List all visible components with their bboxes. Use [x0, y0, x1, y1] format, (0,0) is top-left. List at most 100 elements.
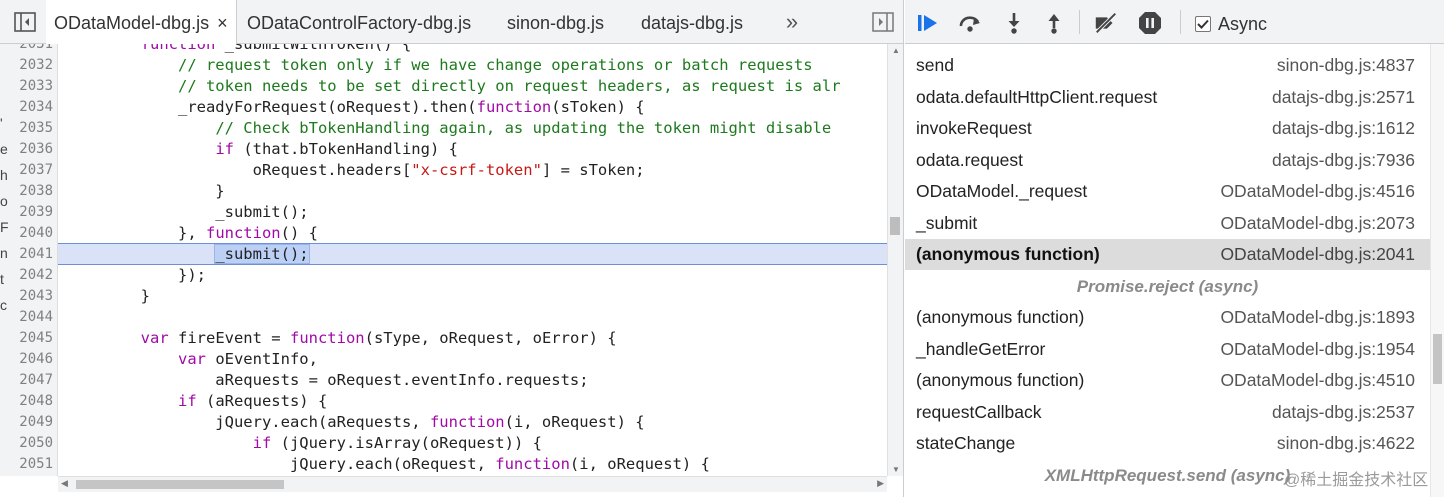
scrollbar-thumb[interactable] — [890, 217, 900, 235]
line-number[interactable]: 2049 — [0, 412, 53, 433]
checkmark-icon — [1197, 19, 1209, 29]
call-frame-function: send — [916, 55, 954, 75]
tab-datajs[interactable]: datajs-dbg.js — [641, 0, 743, 44]
line-number[interactable]: 2047 — [0, 370, 53, 391]
scroll-down-icon[interactable]: ▼ — [891, 465, 901, 474]
call-frame[interactable]: _handleGetError ODataModel-dbg.js:1954 — [905, 334, 1430, 365]
line-number[interactable]: 2046 — [0, 349, 53, 370]
scroll-up-icon[interactable]: ▲ — [891, 46, 901, 55]
call-frame[interactable]: invokeRequest datajs-dbg.js:1612 — [905, 113, 1430, 144]
call-frame[interactable]: odata.defaultHttpClient.request datajs-db… — [905, 82, 1430, 113]
resume-button[interactable] — [915, 10, 941, 36]
tab-odatamodel[interactable]: ODataModel-dbg.js × — [46, 0, 237, 44]
deactivate-breakpoints-button[interactable] — [1093, 10, 1119, 36]
call-frame[interactable]: ODataModel._request ODataModel-dbg.js:451… — [905, 176, 1430, 207]
call-frame-function: _handleGetError — [916, 338, 1046, 359]
pause-on-exceptions-icon — [1139, 12, 1161, 34]
scrollbar-thumb[interactable] — [76, 480, 284, 489]
edge-char: t — [0, 271, 4, 287]
cropped-panel-edge-text: ' e h o Fn t c — [0, 110, 8, 318]
call-frame[interactable]: _submit ODataModel-dbg.js:2073 — [905, 208, 1430, 239]
call-frame-location[interactable]: datajs-dbg.js:7936 — [1272, 145, 1415, 176]
call-frame[interactable]: (anonymous function) ODataModel-dbg.js:45… — [905, 365, 1430, 396]
resume-icon — [918, 15, 937, 31]
call-frame-location[interactable]: ODataModel-dbg.js:4516 — [1220, 176, 1415, 207]
call-frame-location[interactable]: sinon-dbg.js:4837 — [1277, 50, 1415, 81]
line-number[interactable]: 2048 — [0, 391, 53, 412]
toggle-navigator-button[interactable] — [13, 10, 37, 34]
code-line: if (aRequests) { — [177, 392, 328, 410]
step-over-button[interactable] — [957, 10, 983, 36]
paused-statement: _submit(); — [214, 244, 310, 264]
scrollbar-thumb[interactable] — [1433, 334, 1442, 384]
async-toggle[interactable]: Async — [1195, 12, 1267, 36]
step-over-icon — [959, 16, 980, 32]
call-frame[interactable]: send sinon-dbg.js:4837 — [905, 50, 1430, 81]
tab-sinon[interactable]: sinon-dbg.js — [507, 0, 604, 44]
call-frame-location[interactable]: sinon-dbg.js:4622 — [1277, 428, 1415, 459]
line-number[interactable]: 2032 — [0, 55, 53, 76]
file-tab-bar: ODataModel-dbg.js × ODataControlFactory-d… — [0, 0, 903, 44]
call-stack-scrollbar[interactable] — [1430, 44, 1444, 497]
call-frame-location[interactable]: datajs-dbg.js:1612 — [1272, 113, 1415, 144]
tab-odatacontrolfactory[interactable]: ODataControlFactory-dbg.js — [247, 0, 471, 44]
tab-label: datajs-dbg.js — [641, 13, 744, 33]
editor-vertical-scrollbar[interactable]: ▲ ▼ — [887, 44, 903, 476]
toggle-debugger-button[interactable] — [871, 10, 895, 34]
code-line: _readyForRequest(oRequest).then(function… — [66, 98, 645, 116]
code-editor[interactable]: 2031 2032 2033 2034 2035 2036 2037 2038 2039 2040… — [0, 44, 887, 476]
scroll-right-icon[interactable]: ▶ — [877, 478, 884, 489]
step-into-icon — [1008, 13, 1020, 34]
line-number[interactable]: 2045 — [0, 328, 53, 349]
edge-char: n — [0, 245, 8, 261]
pause-on-exceptions-button[interactable] — [1137, 10, 1163, 36]
call-frame-function: _submit — [916, 212, 978, 233]
call-frame-location[interactable]: ODataModel-dbg.js:2073 — [1220, 208, 1415, 239]
call-frame-location[interactable]: ODataModel-dbg.js:1954 — [1220, 334, 1415, 365]
step-into-button[interactable] — [1001, 10, 1027, 36]
call-frame-function: invokeRequest — [916, 118, 1032, 138]
async-boundary-label: Promise.reject (async) — [1076, 276, 1259, 296]
call-frame[interactable]: odata.request datajs-dbg.js:7936 — [905, 145, 1430, 176]
call-frame-function: odata.request — [916, 149, 1024, 170]
code-line: if (that.bTokenHandling) { — [215, 140, 458, 158]
line-number[interactable]: 2052 — [0, 475, 53, 476]
call-frame-location[interactable]: ODataModel-dbg.js:4510 — [1220, 365, 1415, 396]
debugger-toolbar: Async — [905, 0, 1444, 44]
code-line: var oEventInfo, — [177, 350, 318, 368]
more-tabs-button[interactable]: » — [780, 0, 804, 44]
line-number[interactable]: 2031 — [0, 44, 53, 55]
line-number[interactable]: 2051 — [0, 454, 53, 475]
editor-horizontal-scrollbar[interactable]: ◀ ▶ — [58, 476, 887, 492]
call-frame-function: requestCallback — [916, 401, 1042, 422]
code-line: // Check bTokenHandling again, as updati… — [215, 119, 832, 137]
step-out-button[interactable] — [1041, 10, 1067, 36]
async-checkbox[interactable] — [1195, 16, 1211, 32]
call-stack-list: send sinon-dbg.js:4837 odata.defaultHttpCl… — [905, 44, 1430, 497]
line-number-gutter[interactable]: 2031 2032 2033 2034 2035 2036 2037 2038 2039 2040… — [0, 44, 58, 476]
call-frame[interactable]: stateChange sinon-dbg.js:4622 — [905, 428, 1430, 459]
source-editor-pane: ODataModel-dbg.js × ODataControlFactory-d… — [0, 0, 904, 497]
call-frame-function: (anonymous function) — [916, 370, 1085, 390]
line-number[interactable]: 2050 — [0, 433, 53, 454]
close-tab-icon[interactable]: × — [217, 0, 228, 46]
line-number[interactable]: 2033 — [0, 76, 53, 97]
call-frame[interactable]: (anonymous function) ODataModel-dbg.js:18… — [905, 302, 1430, 333]
code-line: var fireEvent = function(sType, oRequest… — [140, 329, 617, 347]
call-frame-function: (anonymous function) — [916, 244, 1100, 264]
code-line: } — [66, 287, 150, 305]
sidebar-toggle-icon — [14, 12, 36, 32]
call-frame-location[interactable]: ODataModel-dbg.js:1893 — [1220, 302, 1415, 333]
call-frame[interactable]: requestCallback datajs-dbg.js:2537 — [905, 397, 1430, 428]
code-line: aRequests = oRequest.eventInfo.requests; — [66, 371, 589, 389]
call-frame-location[interactable]: ODataModel-dbg.js:2041 — [1220, 239, 1415, 270]
call-frame-location[interactable]: datajs-dbg.js:2571 — [1272, 82, 1415, 113]
watermark: @稀土掘金技术社区 — [1284, 472, 1429, 489]
call-frame-selected[interactable]: (anonymous function) ODataModel-dbg.js:20… — [905, 239, 1430, 270]
scroll-left-icon[interactable]: ◀ — [61, 478, 68, 489]
sidebar-toggle-right-icon — [872, 12, 894, 32]
code-line: function _submitWithToken() { — [140, 44, 412, 53]
code-line: if (jQuery.isArray(oRequest)) { — [252, 434, 542, 452]
call-frame-location[interactable]: datajs-dbg.js:2537 — [1272, 397, 1415, 428]
edge-char: c — [0, 297, 7, 313]
